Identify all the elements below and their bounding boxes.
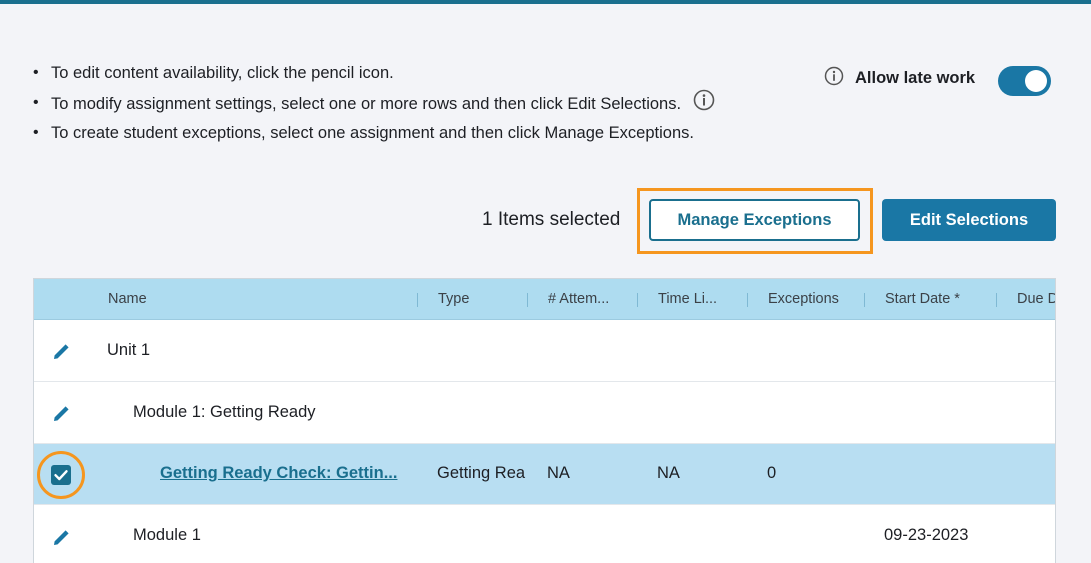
info-icon[interactable]: [824, 66, 844, 91]
column-separator[interactable]: [864, 293, 865, 307]
instruction-item: To modify assignment settings, select on…: [33, 89, 715, 123]
column-separator[interactable]: [527, 293, 528, 307]
assignment-link[interactable]: Getting Ready Check: Gettin...: [160, 464, 397, 483]
row-checkbox[interactable]: [51, 465, 71, 485]
allow-late-work-label: Allow late work: [855, 69, 976, 87]
column-header-time-limit[interactable]: Time Li...: [658, 291, 717, 307]
table-header: Name Type # Attem... Time Li... Exceptio…: [34, 279, 1055, 320]
row-name: Unit 1: [107, 341, 151, 359]
column-separator[interactable]: [417, 293, 418, 307]
edit-selections-button[interactable]: Edit Selections: [882, 199, 1056, 241]
column-separator[interactable]: [996, 293, 997, 307]
selected-count: 1 Items selected: [482, 209, 621, 230]
column-header-exceptions[interactable]: Exceptions: [768, 291, 839, 307]
assignments-table: Name Type # Attem... Time Li... Exceptio…: [33, 278, 1056, 563]
row-start-date: 09-23-2023: [884, 526, 969, 544]
row-attempts: NA: [547, 464, 570, 482]
pencil-icon[interactable]: [53, 342, 71, 365]
table-row[interactable]: Unit 1: [34, 320, 1055, 382]
table-row[interactable]: Module 1: Getting Ready: [34, 382, 1055, 444]
instructions-list: To edit content availability, click the …: [33, 63, 715, 153]
column-header-attempts[interactable]: # Attem...: [548, 291, 609, 307]
column-separator[interactable]: [747, 293, 748, 307]
row-exceptions: 0: [767, 464, 777, 482]
manage-exceptions-button[interactable]: Manage Exceptions: [649, 199, 860, 241]
row-time-limit: NA: [657, 464, 680, 482]
info-icon[interactable]: [693, 89, 715, 116]
instruction-item: To create student exceptions, select one…: [33, 123, 715, 153]
allow-late-work-control: Allow late work: [824, 66, 975, 91]
column-header-type[interactable]: Type: [438, 291, 469, 307]
row-name: Module 1: [133, 526, 201, 544]
column-separator[interactable]: [637, 293, 638, 307]
top-accent-bar: [0, 0, 1091, 4]
column-header-due-date[interactable]: Due D: [1017, 291, 1055, 307]
pencil-icon[interactable]: [53, 528, 71, 551]
table-row[interactable]: Module 1 09-23-2023: [34, 505, 1055, 563]
column-header-start-date[interactable]: Start Date *: [885, 291, 960, 307]
toggle-knob: [1025, 70, 1047, 92]
pencil-icon[interactable]: [53, 404, 71, 427]
table-row-selected[interactable]: Getting Ready Check: Gettin... Getting R…: [34, 444, 1055, 505]
instruction-item: To edit content availability, click the …: [33, 63, 715, 93]
row-name: Module 1: Getting Ready: [133, 403, 316, 421]
row-type: Getting Rea: [437, 464, 526, 482]
allow-late-work-toggle[interactable]: [998, 66, 1051, 96]
column-header-name[interactable]: Name: [108, 291, 147, 307]
